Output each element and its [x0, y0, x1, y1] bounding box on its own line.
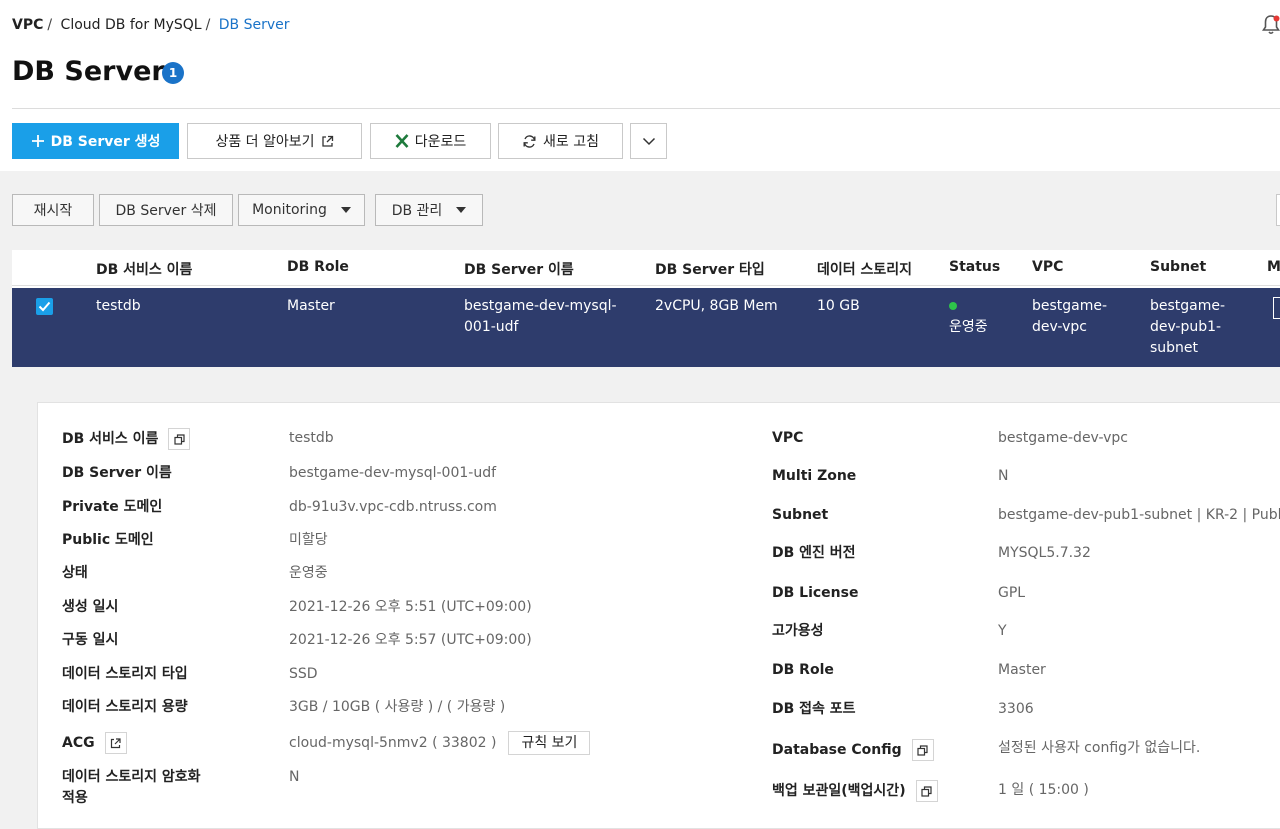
create-db-server-button[interactable]: DB Server 생성: [12, 123, 179, 159]
detail-label-subnet: Subnet: [772, 507, 829, 523]
view-rules-button[interactable]: 규칙 보기: [508, 731, 591, 755]
caret-down-icon: [340, 207, 351, 213]
breadcrumb-cloud-db[interactable]: Cloud DB for MySQL: [61, 17, 202, 33]
detail-value-db-role: Master: [998, 662, 1046, 678]
detail-label-database-config: Database Config: [772, 739, 934, 761]
detail-label-public-domain: Public 도메인: [62, 532, 154, 548]
refresh-button[interactable]: 새로 고침: [498, 123, 623, 159]
restart-button[interactable]: 재시작: [12, 194, 94, 226]
detail-label-storage-capacity: 데이터 스토리지 용량: [62, 699, 188, 715]
detail-value-backup-retention: 1 일 ( 15:00 ): [998, 782, 1089, 798]
caret-down-icon: [456, 207, 467, 213]
page-title: DB Server: [12, 56, 165, 87]
cell-storage: 10 GB: [817, 298, 860, 314]
column-db-role[interactable]: DB Role: [287, 259, 349, 275]
detail-label-engine-version: DB 엔진 버전: [772, 545, 856, 561]
detail-value-started: 2021-12-26 오후 5:57 (UTC+09:00): [289, 632, 532, 648]
detail-label-multi-zone: Multi Zone: [772, 468, 857, 484]
cell-server-type: 2vCPU, 8GB Mem: [655, 298, 778, 314]
delete-db-server-button[interactable]: DB Server 삭제: [99, 194, 233, 226]
breadcrumb: VPC / Cloud DB for MySQL / DB Server: [12, 17, 290, 33]
detail-label-acg: ACG: [62, 732, 127, 754]
copy-icon[interactable]: [915, 780, 938, 802]
status-dot: [949, 296, 988, 317]
detail-value-acg: cloud-mysql-5nmv2 ( 33802 ) 규칙 보기: [289, 731, 591, 755]
detail-label-port: DB 접속 포트: [772, 701, 856, 717]
bell-icon[interactable]: [1262, 14, 1280, 36]
cell-db-role: Master: [287, 298, 335, 314]
learn-more-button[interactable]: 상품 더 알아보기: [187, 123, 362, 159]
table-header: DB 서비스 이름 DB Role DB Server 이름 DB Server…: [12, 250, 1280, 286]
db-manage-dropdown[interactable]: DB 관리: [375, 194, 483, 226]
more-dropdown-button[interactable]: [630, 123, 667, 159]
detail-value-public-domain: 미할당: [289, 532, 328, 548]
detail-value-private-domain: db-91u3v.vpc-cdb.ntruss.com: [289, 499, 497, 515]
external-link-icon[interactable]: [104, 732, 127, 754]
detail-value-status: 운영중: [289, 565, 328, 581]
detail-value-service-name: testdb: [289, 430, 334, 446]
search-box-edge[interactable]: [1276, 194, 1280, 226]
detail-value-subnet: bestgame-dev-pub1-subnet | KR-2 | Public: [998, 507, 1280, 523]
cell-vpc: bestgame-dev-vpc: [1032, 298, 1108, 335]
column-server-name[interactable]: DB Server 이름: [464, 259, 574, 279]
detail-value-vpc: bestgame-dev-vpc: [998, 430, 1129, 446]
detail-value-port: 3306: [998, 701, 1034, 717]
detail-value-license: GPL: [998, 585, 1026, 601]
detail-panel: DB 서비스 이름 testdb DB Server 이름 bestgame-d…: [37, 402, 1280, 829]
breadcrumb-current: DB Server: [218, 17, 290, 33]
detail-value-high-availability: Y: [998, 623, 1007, 639]
detail-label-private-domain: Private 도메인: [62, 499, 163, 515]
external-link-icon: [321, 135, 334, 148]
plus-icon: [31, 134, 45, 148]
detail-label-vpc: VPC: [772, 430, 804, 446]
excel-icon: [395, 133, 409, 149]
detail-label-storage-type: 데이터 스토리지 타입: [62, 666, 188, 682]
detail-value-engine-version: MYSQL5.7.32: [998, 545, 1091, 561]
detail-label-started: 구동 일시: [62, 632, 119, 648]
column-truncated[interactable]: M: [1267, 259, 1280, 275]
column-vpc[interactable]: VPC: [1032, 259, 1063, 275]
divider: [12, 108, 1280, 109]
download-button[interactable]: 다운로드: [370, 123, 491, 159]
detail-label-status: 상태: [62, 565, 88, 581]
detail-value-storage-type: SSD: [289, 666, 318, 682]
column-service-name[interactable]: DB 서비스 이름: [96, 259, 192, 279]
db-server-table: DB 서비스 이름 DB Role DB Server 이름 DB Server…: [12, 250, 1280, 367]
detail-value-multi-zone: N: [998, 468, 1009, 484]
status-text: 운영중: [949, 319, 988, 335]
cell-server-name: bestgame-dev-mysql-001-udf: [464, 298, 617, 335]
cell-service-name: testdb: [96, 298, 141, 314]
detail-value-server-name: bestgame-dev-mysql-001-udf: [289, 465, 497, 481]
detail-label-created: 생성 일시: [62, 599, 119, 615]
detail-label-service-name: DB 서비스 이름: [62, 428, 191, 450]
detail-label-db-role: DB Role: [772, 662, 834, 678]
chevron-down-icon: [642, 137, 656, 146]
detail-label-high-availability: 고가용성: [772, 623, 824, 639]
detail-value-created: 2021-12-26 오후 5:51 (UTC+09:00): [289, 599, 532, 615]
detail-value-storage-encryption: N: [289, 769, 300, 785]
detail-label-backup-retention: 백업 보관일(백업시간): [772, 780, 938, 802]
check-icon: [38, 301, 51, 312]
detail-label-server-name: DB Server 이름: [62, 465, 172, 481]
detail-label-storage-encryption: 데이터 스토리지 암호화 적용: [62, 769, 201, 806]
detail-value-storage-capacity: 3GB / 10GB ( 사용량 ) / ( 가용량 ): [289, 699, 506, 715]
column-status[interactable]: Status: [949, 259, 1000, 275]
monitoring-dropdown[interactable]: Monitoring: [238, 194, 365, 226]
breadcrumb-vpc[interactable]: VPC: [12, 17, 43, 33]
column-storage[interactable]: 데이터 스토리지: [817, 259, 912, 279]
cell-subnet: bestgame-dev-pub1-subnet: [1150, 298, 1226, 356]
table-row[interactable]: testdb Master bestgame-dev-mysql-001-udf…: [12, 288, 1280, 367]
detail-value-database-config: 설정된 사용자 config가 없습니다.: [998, 740, 1201, 756]
refresh-icon: [522, 134, 537, 149]
copy-icon[interactable]: [911, 739, 934, 761]
detail-label-license: DB License: [772, 585, 859, 601]
row-checkbox[interactable]: [36, 298, 53, 315]
copy-icon[interactable]: [168, 428, 191, 450]
cell-status: 운영중: [949, 296, 988, 338]
column-server-type[interactable]: DB Server 타입: [655, 259, 765, 279]
row-action-button[interactable]: [1273, 297, 1280, 319]
count-badge: 1: [162, 62, 184, 84]
column-subnet[interactable]: Subnet: [1150, 259, 1206, 275]
